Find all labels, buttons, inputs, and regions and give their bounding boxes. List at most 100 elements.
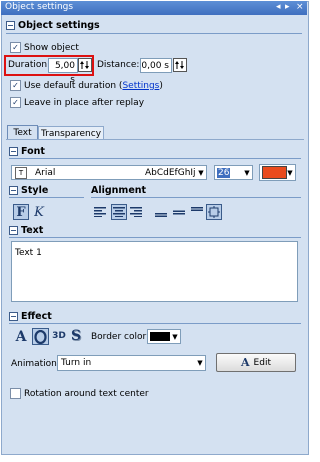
checkbox-box[interactable]: ✓ [10,97,21,108]
use-default-duration-label: Use default duration (Settings) [24,81,163,91]
use-default-duration-checkbox[interactable]: ✓ Use default duration (Settings) [10,80,163,91]
color-swatch [262,166,287,179]
use-default-suffix: ) [159,80,163,91]
style-title: Style [21,185,49,196]
checkbox-box[interactable]: ✓ [10,80,21,91]
effect-header[interactable]: Effect [9,311,52,322]
use-default-prefix: Use default duration ( [24,80,123,91]
border-color-picker[interactable]: ▼ [147,329,181,344]
valign-top-icon [191,207,203,211]
settings-link[interactable]: Settings [122,81,159,91]
leave-in-place-label: Leave in place after replay [24,97,145,108]
object-settings-title: Object settings [18,20,100,31]
font-preview: AbCdEfGhIj [145,167,196,178]
tab-strip-line [6,139,304,140]
align-left-icon [94,207,106,217]
font-title: Font [21,146,45,157]
valign-middle-icon [173,210,185,215]
animation-label: Animation: [11,359,60,369]
effect-title: Effect [21,311,52,322]
text-title: Text [21,225,44,236]
divider [91,197,301,198]
3d-icon: 3D [52,331,66,341]
stepper-arrows-icon [80,61,89,69]
effect-shadow-button[interactable]: S [69,328,83,344]
alignment-title: Alignment [91,185,147,196]
show-object-label: Show object [24,42,79,53]
valign-top-button[interactable] [190,205,204,219]
distance-label: Distance: [97,60,140,70]
font-color-picker[interactable]: ▼ [259,164,296,181]
align-left-button[interactable] [93,205,107,219]
animation-value: Turn in [61,358,92,368]
rotation-checkbox[interactable]: Rotation around text center [10,388,149,399]
collapse-icon[interactable] [9,186,18,195]
font-header[interactable]: Font [9,146,45,157]
collapse-icon[interactable] [9,147,18,156]
chevron-down-icon[interactable]: ▼ [196,166,206,179]
effect-plain-button[interactable]: A [13,329,29,345]
distance-input[interactable]: 0,00 s [140,58,172,73]
close-icon[interactable]: × [296,2,304,12]
align-right-icon [130,207,142,217]
stepper-arrows-icon [175,61,184,69]
text-header[interactable]: Text [9,225,43,236]
valign-bottom-icon [155,213,167,217]
object-settings-header[interactable]: Object settings [6,20,100,31]
style-header[interactable]: Style [9,185,48,196]
chevron-down-icon[interactable]: ▼ [242,166,252,179]
divider [6,33,302,34]
collapse-icon[interactable] [9,312,18,321]
duration-stepper[interactable] [78,58,92,72]
divider [9,197,84,198]
divider [9,323,301,324]
effect-3d-button[interactable]: 3D [51,329,67,343]
align-center-button[interactable] [111,204,127,220]
tab-text[interactable]: Text [7,125,38,139]
font-name-value: Arial [35,167,56,178]
edit-button[interactable]: A Edit [216,353,296,372]
letter-a-icon: A [15,329,27,345]
valign-middle-button[interactable] [172,205,186,219]
duration-input[interactable]: 5,00 s [48,58,78,85]
window-title: Object settings [5,2,74,12]
outline-o-icon [34,329,47,344]
align-right-button[interactable] [129,205,143,219]
collapse-icon[interactable] [6,21,15,30]
bold-icon: F [16,204,26,220]
fill-box-icon [208,206,220,218]
scroll-right-icon[interactable]: ▸ [285,2,290,12]
fill-box-button[interactable] [206,204,222,220]
align-center-icon [113,207,125,217]
checkbox-box[interactable] [10,388,21,399]
text-content-area[interactable]: Text 1 [11,241,298,302]
shadow-s-icon: S [70,328,82,344]
chevron-down-icon[interactable]: ▼ [170,330,180,343]
chevron-down-icon[interactable]: ▼ [285,165,295,180]
duration-label: Duration: [8,60,51,70]
italic-button[interactable]: K [32,204,46,220]
leave-in-place-checkbox[interactable]: ✓ Leave in place after replay [10,97,144,108]
valign-bottom-button[interactable] [154,205,168,219]
rotation-label: Rotation around text center [24,388,149,399]
font-name-select[interactable]: T Arial AbCdEfGhIj ▼ [11,165,207,180]
tab-transparency[interactable]: Transparency [38,126,104,140]
scroll-left-icon[interactable]: ◂ [276,2,281,12]
divider [9,237,301,238]
bold-button[interactable]: F [13,204,29,220]
window-titlebar: Object settings ◂ ▸ × [1,1,307,15]
edit-icon: A [241,356,250,369]
chevron-down-icon[interactable]: ▼ [195,356,205,370]
distance-stepper[interactable] [173,58,187,72]
checkbox-box[interactable]: ✓ [10,42,21,53]
italic-icon: K [34,204,44,220]
color-swatch [150,332,170,341]
font-size-value: 26 [217,167,231,178]
font-size-select[interactable]: 26 ▼ [214,165,253,180]
divider [9,158,301,159]
collapse-icon[interactable] [9,226,18,235]
show-object-checkbox[interactable]: ✓ Show object [10,42,79,53]
border-color-label: Border color: [91,332,150,342]
animation-select[interactable]: Turn in ▼ [57,355,206,371]
effect-outline-button[interactable] [32,328,49,345]
